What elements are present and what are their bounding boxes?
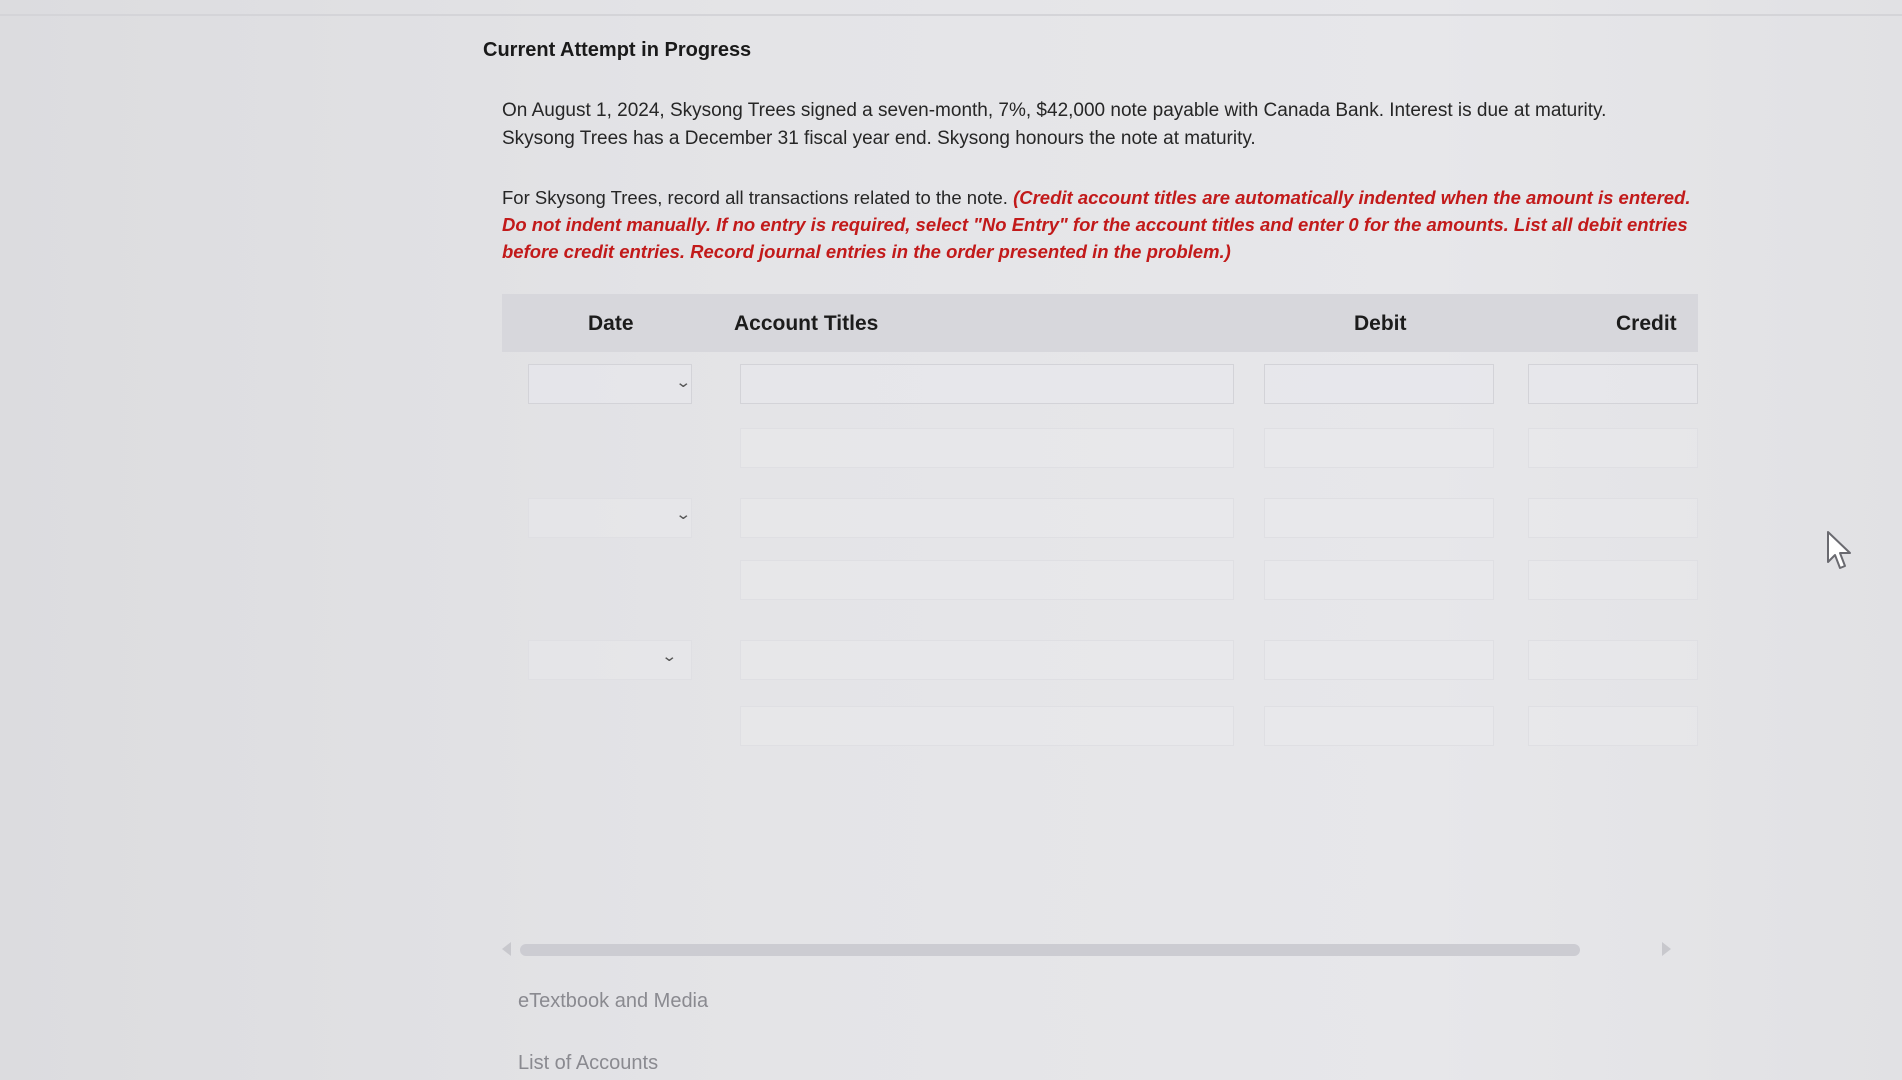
credit-input[interactable] [1528,428,1698,468]
journal-row [502,560,1698,604]
credit-input[interactable] [1528,640,1698,680]
journal-row: ⌄ [502,640,1698,684]
account-title-input[interactable] [740,364,1234,404]
account-title-input[interactable] [740,706,1234,746]
etextbook-link[interactable]: eTextbook and Media [518,990,708,1013]
instructions-lead: For Skysong Trees, record all transactio… [502,187,1014,208]
debit-input[interactable] [1264,364,1494,404]
date-select[interactable]: ⌄ [528,498,692,538]
account-title-input[interactable] [740,428,1234,468]
chevron-down-icon: ⌄ [675,506,692,523]
credit-input[interactable] [1528,706,1698,746]
debit-input[interactable] [1264,428,1494,468]
debit-input[interactable] [1264,640,1494,680]
journal-entry-table: Date Account Titles Debit Credit ⌄ ⌄ ⌄ [502,294,1698,746]
header-account-titles: Account Titles [734,312,879,335]
journal-row [502,706,1698,750]
page-background: Current Attempt in Progress On August 1,… [0,0,1902,1080]
attempt-title: Current Attempt in Progress [483,39,752,61]
horizontal-scrollbar[interactable] [502,940,1698,962]
header-credit: Credit [1616,312,1677,335]
mouse-pointer-icon [1827,531,1851,569]
journal-row: ⌄ [502,498,1698,542]
journal-row: ⌄ [502,364,1698,408]
journal-row [502,428,1698,472]
instructions: For Skysong Trees, record all transactio… [502,184,1702,265]
header-debit: Debit [1354,312,1407,335]
debit-input[interactable] [1264,706,1494,746]
header-date: Date [588,312,634,335]
account-title-input[interactable] [740,640,1234,680]
top-divider [0,14,1902,16]
journal-header: Date Account Titles Debit Credit [502,294,1698,352]
debit-input[interactable] [1264,560,1494,600]
credit-input[interactable] [1528,560,1698,600]
scroll-thumb[interactable] [520,944,1580,956]
debit-input[interactable] [1264,498,1494,538]
problem-statement: On August 1, 2024, Skysong Trees signed … [502,100,1607,149]
date-select[interactable]: ⌄ [528,364,692,404]
account-title-input[interactable] [740,560,1234,600]
credit-input[interactable] [1528,498,1698,538]
scroll-right-arrow-icon[interactable] [1662,942,1671,956]
date-select[interactable]: ⌄ [528,640,692,680]
credit-input[interactable] [1528,364,1698,404]
scroll-left-arrow-icon[interactable] [502,942,511,956]
account-title-input[interactable] [740,498,1234,538]
list-of-accounts-link[interactable]: List of Accounts [518,1052,658,1075]
chevron-down-icon: ⌄ [661,648,678,665]
chevron-down-icon: ⌄ [675,374,692,391]
